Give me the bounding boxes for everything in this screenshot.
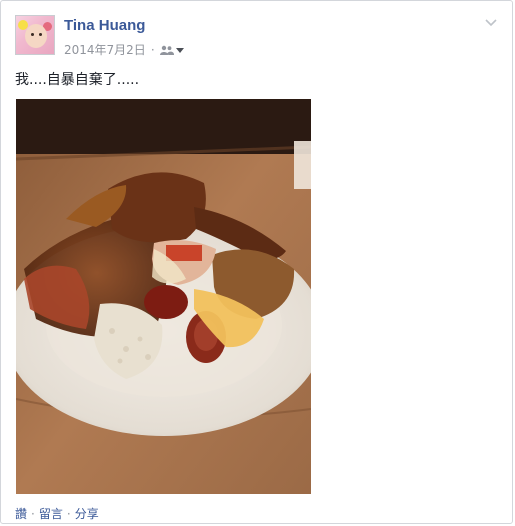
avatar-eye: [39, 33, 42, 36]
post-meta: 2014年7月2日 ·: [64, 41, 185, 58]
meta-separator: ·: [150, 42, 155, 57]
chevron-down-icon[interactable]: [484, 15, 498, 29]
author-name[interactable]: Tina Huang: [64, 17, 145, 34]
avatar[interactable]: [15, 15, 55, 55]
like-button[interactable]: 讚: [15, 505, 27, 522]
friends-icon: [159, 45, 174, 55]
audience-selector[interactable]: [159, 45, 185, 55]
post-text: 我....自暴自棄了.....: [15, 72, 140, 88]
action-separator: ·: [66, 506, 71, 521]
caret-down-icon: [175, 47, 184, 53]
food-plate-photo[interactable]: [16, 99, 311, 494]
post-date[interactable]: 2014年7月2日: [64, 41, 146, 58]
avatar-face: [25, 24, 47, 48]
post-card: Tina Huang 2014年7月2日 · 我....自暴自棄了..... 讚…: [0, 0, 513, 524]
share-button[interactable]: 分享: [75, 505, 99, 522]
avatar-eye: [31, 33, 34, 36]
comment-button[interactable]: 留言: [39, 505, 63, 522]
post-actions: 讚 · 留言 · 分享: [15, 505, 99, 522]
action-separator: ·: [31, 506, 35, 521]
